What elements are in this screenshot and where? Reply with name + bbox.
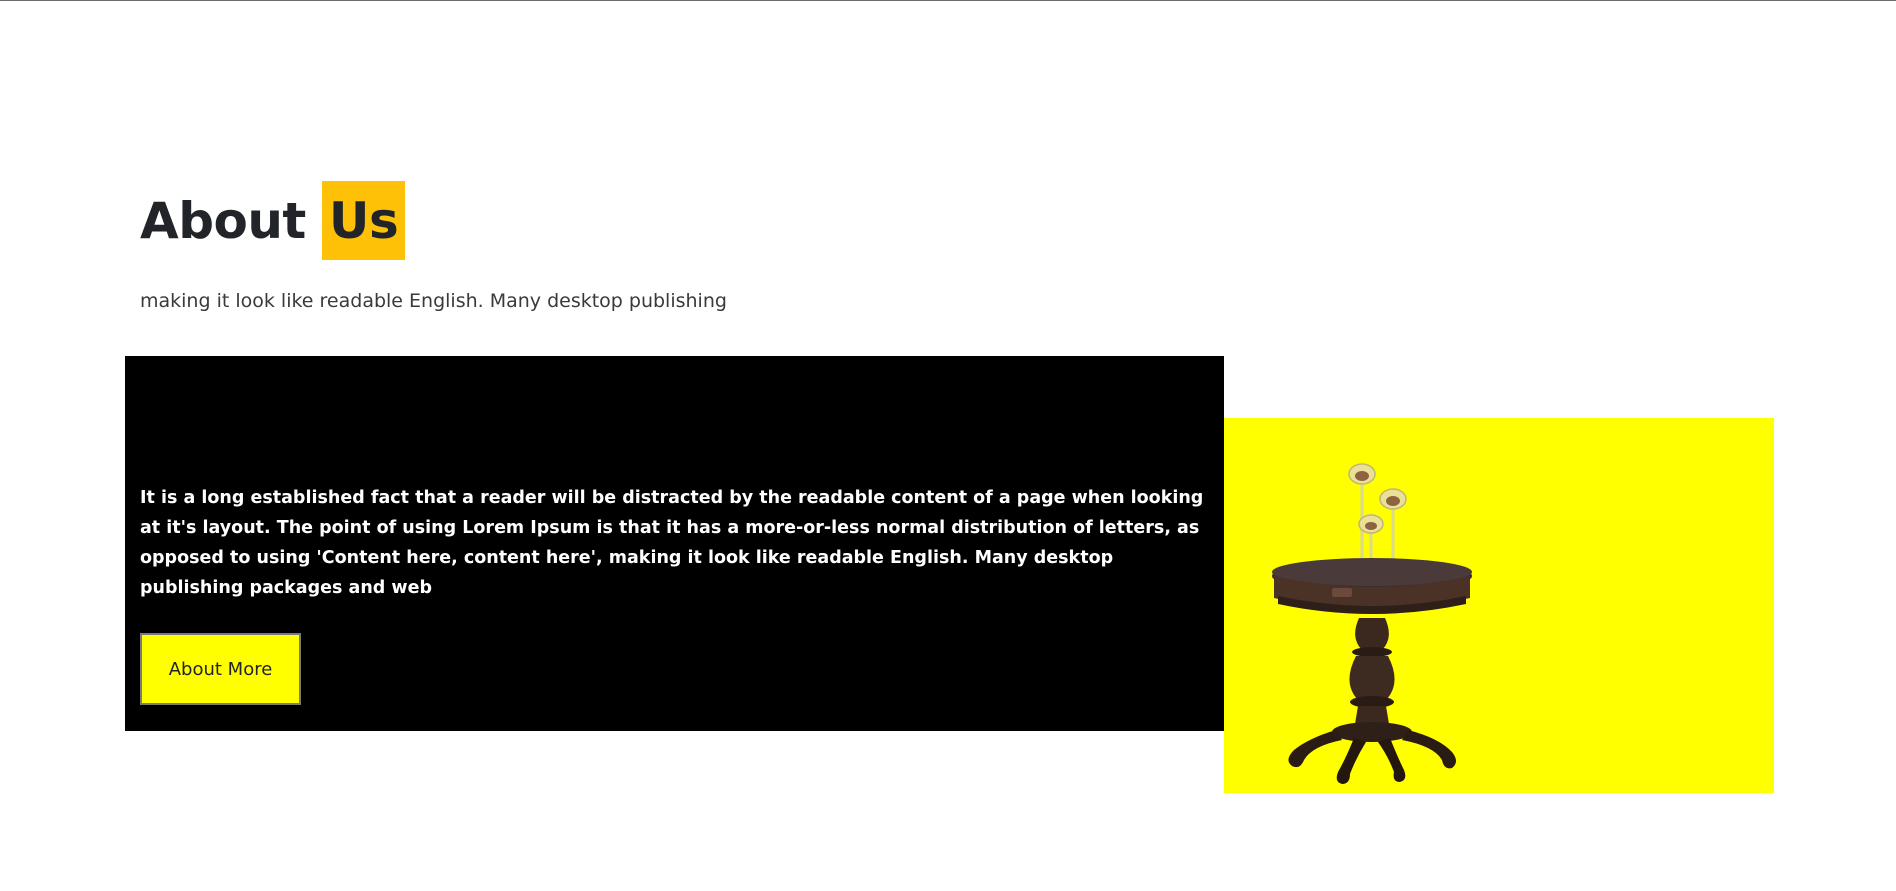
about-text-panel: It is a long established fact that a rea… — [125, 356, 1224, 731]
about-image-panel — [1224, 418, 1774, 793]
section-subtitle: making it look like readable English. Ma… — [140, 290, 727, 312]
top-divider — [0, 0, 1896, 1]
pedestal-table-image — [1272, 463, 1472, 784]
about-description: It is a long established fact that a rea… — [140, 488, 1204, 598]
title-word-us-highlighted: Us — [321, 181, 406, 260]
candle-holders — [1348, 463, 1407, 571]
about-more-button[interactable]: About More — [140, 633, 301, 705]
title-word-about: About — [140, 191, 306, 250]
page-title: About Us — [140, 181, 406, 260]
